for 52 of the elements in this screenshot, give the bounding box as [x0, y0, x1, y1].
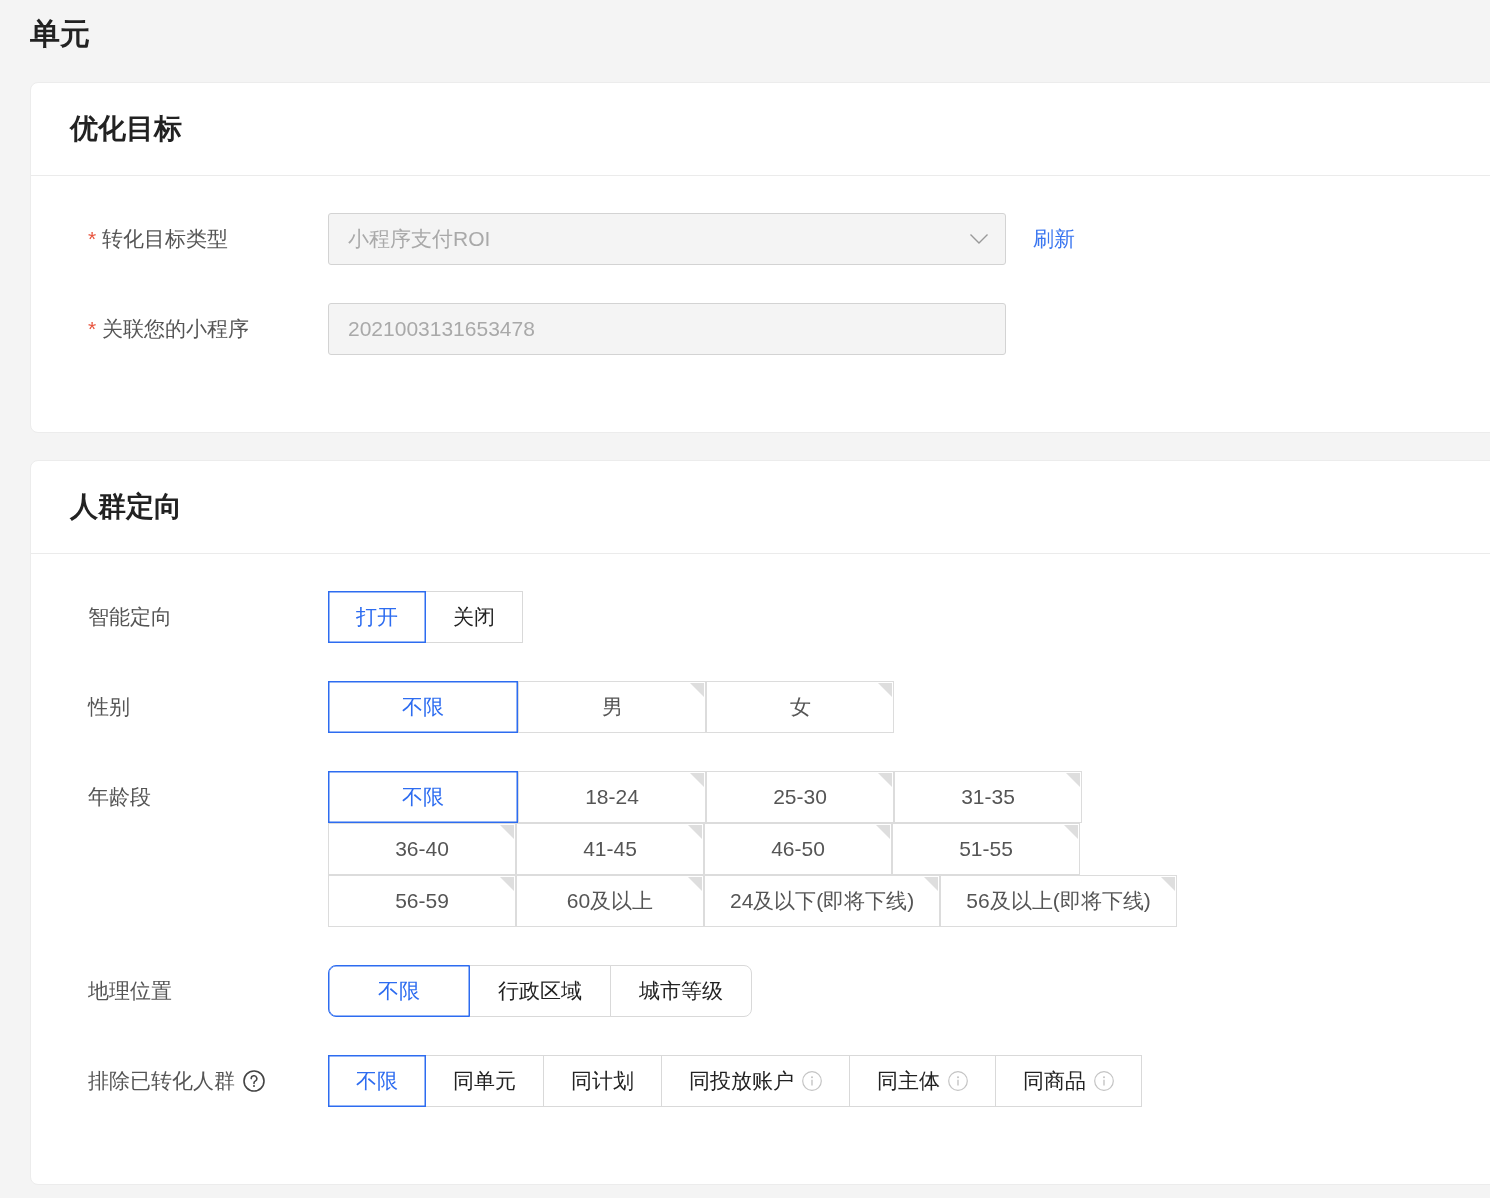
option-tile[interactable]: 56及以上(即将下线) — [940, 875, 1177, 927]
corner-triangle-icon — [878, 773, 892, 787]
option-tile[interactable]: 41-45 — [516, 823, 704, 875]
option-button[interactable]: 同单元 — [425, 1055, 544, 1107]
field-label: 关联您的小程序 — [102, 316, 250, 343]
page-title: 单元 — [30, 16, 91, 52]
option-button[interactable]: 城市等级 — [610, 965, 752, 1017]
option-button[interactable]: 行政区域 — [469, 965, 611, 1017]
corner-triangle-icon — [690, 773, 704, 787]
field-label: 排除已转化人群 — [88, 1068, 235, 1095]
option-button[interactable]: 关闭 — [425, 591, 523, 643]
corner-triangle-icon — [1066, 773, 1080, 787]
corner-triangle-icon — [500, 825, 514, 839]
corner-triangle-icon — [876, 825, 890, 839]
option-tile[interactable]: 60及以上 — [516, 875, 704, 927]
option-button[interactable]: 打开 — [328, 591, 426, 643]
option-tile[interactable]: 46-50 — [704, 823, 892, 875]
corner-triangle-icon — [500, 877, 514, 891]
option-tile[interactable]: 不限 — [328, 771, 518, 823]
option-button[interactable]: 同计划 — [543, 1055, 662, 1107]
section-title: 人群定向 — [70, 490, 182, 524]
option-button[interactable]: 不限 — [328, 965, 470, 1017]
required-mark: * — [88, 226, 97, 253]
chevron-down-icon — [970, 234, 988, 244]
field-label: 智能定向 — [88, 604, 172, 631]
option-button[interactable]: 同投放账户 — [661, 1055, 850, 1107]
corner-triangle-icon — [690, 683, 704, 697]
option-button[interactable]: 同主体 — [849, 1055, 996, 1107]
option-tile[interactable]: 36-40 — [328, 823, 516, 875]
field-label: 地理位置 — [88, 978, 172, 1005]
option-tile[interactable]: 男 — [518, 681, 706, 733]
corner-triangle-icon — [688, 825, 702, 839]
field-label: 年龄段 — [88, 784, 151, 811]
corner-triangle-icon — [924, 877, 939, 891]
section-title: 优化目标 — [70, 112, 182, 146]
required-mark: * — [88, 316, 97, 343]
field-label: 转化目标类型 — [102, 226, 229, 253]
corner-triangle-icon — [1160, 877, 1175, 891]
option-tile[interactable]: 31-35 — [894, 771, 1082, 823]
option-button[interactable]: 不限 — [328, 1055, 426, 1107]
corner-triangle-icon — [1064, 825, 1078, 839]
option-tile[interactable]: 25-30 — [706, 771, 894, 823]
corner-triangle-icon — [878, 683, 892, 697]
option-tile[interactable]: 24及以下(即将下线) — [704, 875, 941, 927]
option-tile[interactable]: 18-24 — [518, 771, 706, 823]
option-tile[interactable]: 不限 — [328, 681, 518, 733]
option-tile[interactable]: 51-55 — [892, 823, 1080, 875]
option-tile[interactable]: 女 — [706, 681, 894, 733]
option-tile[interactable]: 56-59 — [328, 875, 516, 927]
option-button[interactable]: 同商品 — [995, 1055, 1142, 1107]
field-label: 性别 — [88, 694, 130, 721]
corner-triangle-icon — [688, 877, 702, 891]
